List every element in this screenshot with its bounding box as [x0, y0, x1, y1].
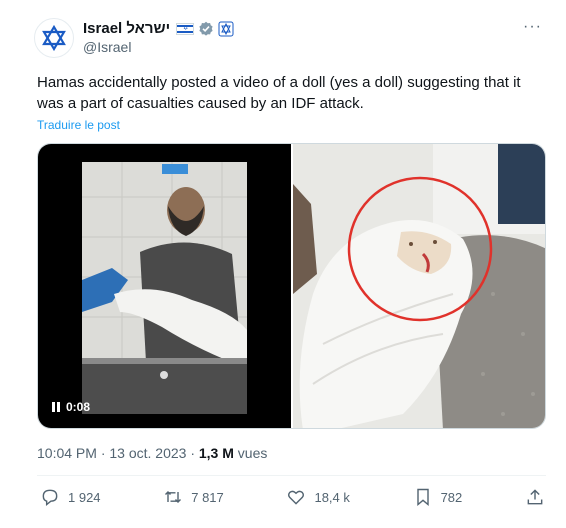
repost-icon: [165, 490, 182, 504]
reply-count: 1 924: [68, 489, 101, 505]
views-label: vues: [233, 445, 268, 461]
share-button[interactable]: [525, 487, 545, 507]
heart-icon: [288, 490, 305, 505]
tweet-card: Israel ישראל ✡ @Israel ··· Hamas acciden…: [0, 0, 566, 528]
repost-count: 7 817: [191, 489, 224, 505]
like-button[interactable]: 18,4 k: [286, 487, 350, 507]
like-count: 18,4 k: [314, 489, 350, 505]
reply-button[interactable]: 1 924: [40, 487, 101, 507]
doll-photo: [293, 144, 545, 428]
pause-icon[interactable]: [52, 402, 60, 412]
view-count: 1,3 M: [198, 445, 234, 461]
avatar[interactable]: [34, 18, 74, 58]
video-player[interactable]: 0:08: [38, 144, 291, 428]
author-handle[interactable]: @Israel: [83, 38, 131, 56]
repost-button[interactable]: 7 817: [163, 487, 224, 507]
action-bar: 1 924 7 817 18,4 k 782: [40, 487, 545, 507]
bookmark-icon: [416, 488, 429, 507]
gray-verified-badge-icon[interactable]: [198, 21, 214, 37]
tweet-timestamp[interactable]: 10:04 PM · 13 oct. 2023 · 1,3 M vues: [37, 445, 267, 461]
reply-icon: [42, 489, 58, 506]
share-icon: [527, 489, 543, 505]
more-options-icon[interactable]: ···: [523, 18, 542, 36]
israel-flag-icon: ✡: [176, 23, 195, 35]
divider: [37, 475, 546, 476]
star-of-david-icon: [42, 24, 66, 52]
video-thumbnail: [82, 162, 247, 414]
author-name-row[interactable]: Israel ישראל ✡: [83, 19, 234, 39]
timestamp-text[interactable]: 10:04 PM · 13 oct. 2023 ·: [37, 445, 199, 461]
author-name[interactable]: Israel ישראל: [83, 19, 170, 39]
media-grid: 0:08: [37, 143, 546, 429]
translate-link[interactable]: Traduire le post: [37, 118, 120, 132]
tweet-text: Hamas accidentally posted a video of a d…: [37, 74, 521, 112]
bookmark-count: 782: [440, 489, 463, 505]
bookmark-button[interactable]: 782: [413, 487, 463, 507]
video-timestamp[interactable]: 0:08: [52, 400, 90, 414]
video-time-label: 0:08: [66, 400, 91, 414]
image-doll-closeup[interactable]: [293, 144, 545, 428]
government-affiliate-icon[interactable]: [218, 21, 234, 37]
